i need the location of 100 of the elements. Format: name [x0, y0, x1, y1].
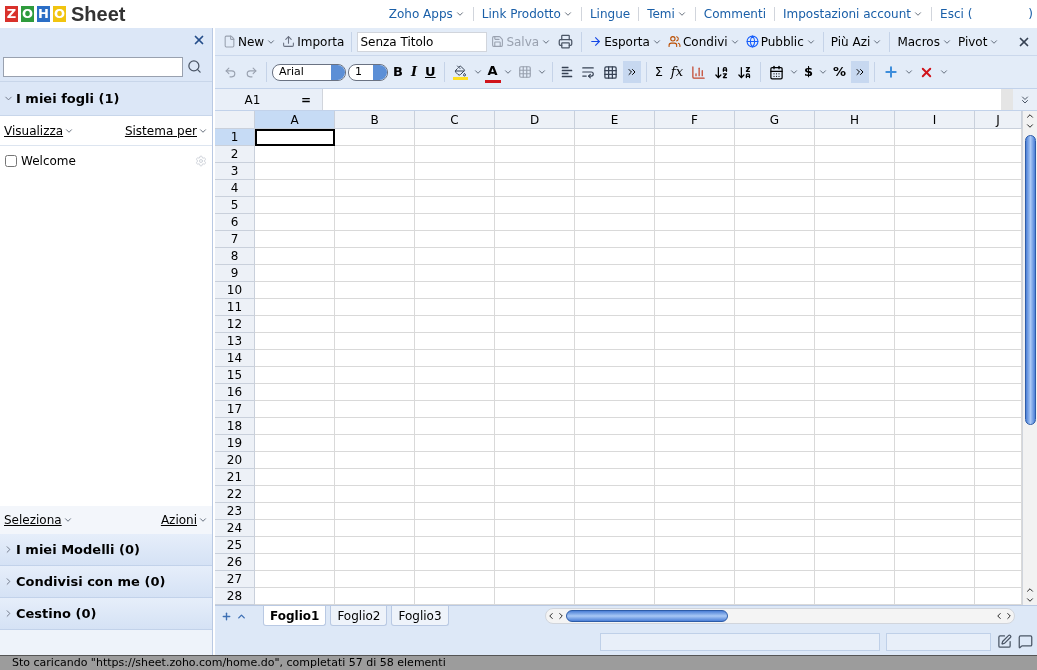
- column-header[interactable]: D: [495, 111, 575, 129]
- table-cell[interactable]: [815, 180, 895, 197]
- scroll-up-icon[interactable]: [1025, 111, 1035, 121]
- table-cell[interactable]: [655, 163, 735, 180]
- menu-link[interactable]: Seleziona: [4, 511, 73, 529]
- table-cell[interactable]: [735, 571, 815, 588]
- table-cell[interactable]: [735, 537, 815, 554]
- table-cell[interactable]: [255, 367, 335, 384]
- table-cell[interactable]: [255, 384, 335, 401]
- toolbar-button[interactable]: Esporta: [587, 31, 664, 52]
- table-cell[interactable]: [335, 231, 415, 248]
- table-cell[interactable]: [815, 367, 895, 384]
- table-cell[interactable]: [815, 282, 895, 299]
- row-header[interactable]: 16: [215, 384, 255, 401]
- table-cell[interactable]: [335, 503, 415, 520]
- nav-link[interactable]: Impostazioni account: [783, 5, 924, 23]
- table-cell[interactable]: [735, 367, 815, 384]
- table-cell[interactable]: [335, 367, 415, 384]
- table-cell[interactable]: [575, 520, 655, 537]
- table-cell[interactable]: [735, 333, 815, 350]
- format-button[interactable]: B: [390, 61, 406, 83]
- section-header[interactable]: Condivisi con me (0): [0, 566, 212, 598]
- table-cell[interactable]: [415, 384, 495, 401]
- row-header[interactable]: 15: [215, 367, 255, 384]
- table-cell[interactable]: [815, 299, 895, 316]
- table-cell[interactable]: [335, 299, 415, 316]
- table-cell[interactable]: [415, 129, 495, 146]
- toolbar-button[interactable]: New: [221, 31, 279, 52]
- search-field[interactable]: [3, 56, 183, 77]
- table-cell[interactable]: [575, 248, 655, 265]
- row-header[interactable]: 4: [215, 180, 255, 197]
- comment-icon[interactable]: [1018, 634, 1033, 649]
- table-cell[interactable]: [735, 401, 815, 418]
- table-cell[interactable]: [735, 282, 815, 299]
- table-cell[interactable]: [895, 503, 975, 520]
- table-cell[interactable]: [735, 384, 815, 401]
- title-field[interactable]: Senza Titolo: [357, 31, 488, 52]
- table-cell[interactable]: [415, 282, 495, 299]
- more-button[interactable]: [851, 61, 870, 83]
- table-cell[interactable]: [655, 197, 735, 214]
- table-cell[interactable]: [895, 571, 975, 588]
- table-cell[interactable]: [415, 571, 495, 588]
- table-cell[interactable]: [655, 418, 735, 435]
- table-cell[interactable]: [335, 350, 415, 367]
- table-cell[interactable]: [335, 316, 415, 333]
- table-cell[interactable]: [655, 299, 735, 316]
- section-header[interactable]: I miei fogli (1): [0, 82, 212, 116]
- percent-button[interactable]: %: [830, 61, 850, 83]
- table-cell[interactable]: [815, 486, 895, 503]
- row-header[interactable]: 19: [215, 435, 255, 452]
- table-cell[interactable]: [495, 265, 575, 282]
- table-cell[interactable]: [815, 571, 895, 588]
- table-cell[interactable]: [895, 248, 975, 265]
- table-cell[interactable]: [815, 265, 895, 282]
- table-cell[interactable]: [895, 214, 975, 231]
- table-cell[interactable]: [335, 571, 415, 588]
- table-cell[interactable]: [415, 248, 495, 265]
- table-cell[interactable]: [815, 469, 895, 486]
- table-cell[interactable]: [255, 554, 335, 571]
- column-header[interactable]: C: [415, 111, 495, 129]
- table-cell[interactable]: [815, 401, 895, 418]
- table-cell[interactable]: [255, 571, 335, 588]
- search-icon[interactable]: [187, 59, 202, 74]
- nav-link[interactable]: Zoho Apps: [388, 5, 465, 23]
- table-cell[interactable]: [895, 316, 975, 333]
- gear-icon[interactable]: [195, 155, 207, 167]
- table-cell[interactable]: [895, 299, 975, 316]
- table-cell[interactable]: [335, 520, 415, 537]
- section-header[interactable]: I miei Modelli (0): [0, 534, 212, 566]
- table-cell[interactable]: [575, 299, 655, 316]
- table-cell[interactable]: [655, 401, 735, 418]
- edit-icon[interactable]: [997, 634, 1012, 649]
- menu-link[interactable]: Visualizza: [4, 121, 75, 140]
- row-header[interactable]: 9: [215, 265, 255, 282]
- table-cell[interactable]: [335, 418, 415, 435]
- table-cell[interactable]: [735, 214, 815, 231]
- table-cell[interactable]: [335, 401, 415, 418]
- function-button[interactable]: fx: [667, 61, 686, 83]
- table-cell[interactable]: [815, 520, 895, 537]
- table-cell[interactable]: [655, 333, 735, 350]
- table-cell[interactable]: [735, 197, 815, 214]
- table-cell[interactable]: [255, 248, 335, 265]
- table-cell[interactable]: [415, 146, 495, 163]
- column-header[interactable]: J: [975, 111, 1022, 129]
- table-cell[interactable]: [735, 265, 815, 282]
- column-header[interactable]: B: [335, 111, 415, 129]
- table-cell[interactable]: [415, 299, 495, 316]
- table-cell[interactable]: [575, 231, 655, 248]
- row-header[interactable]: 6: [215, 214, 255, 231]
- table-cell[interactable]: [335, 248, 415, 265]
- row-header[interactable]: 1: [215, 129, 255, 146]
- table-cell[interactable]: [335, 129, 415, 146]
- table-cell[interactable]: [815, 316, 895, 333]
- table-cell[interactable]: [655, 520, 735, 537]
- close-icon[interactable]: [192, 33, 206, 47]
- table-cell[interactable]: [655, 146, 735, 163]
- table-cell[interactable]: [735, 418, 815, 435]
- nav-link[interactable]: Commenti: [703, 5, 766, 23]
- row-header[interactable]: 3: [215, 163, 255, 180]
- toolbar-button[interactable]: Condivi: [665, 31, 742, 52]
